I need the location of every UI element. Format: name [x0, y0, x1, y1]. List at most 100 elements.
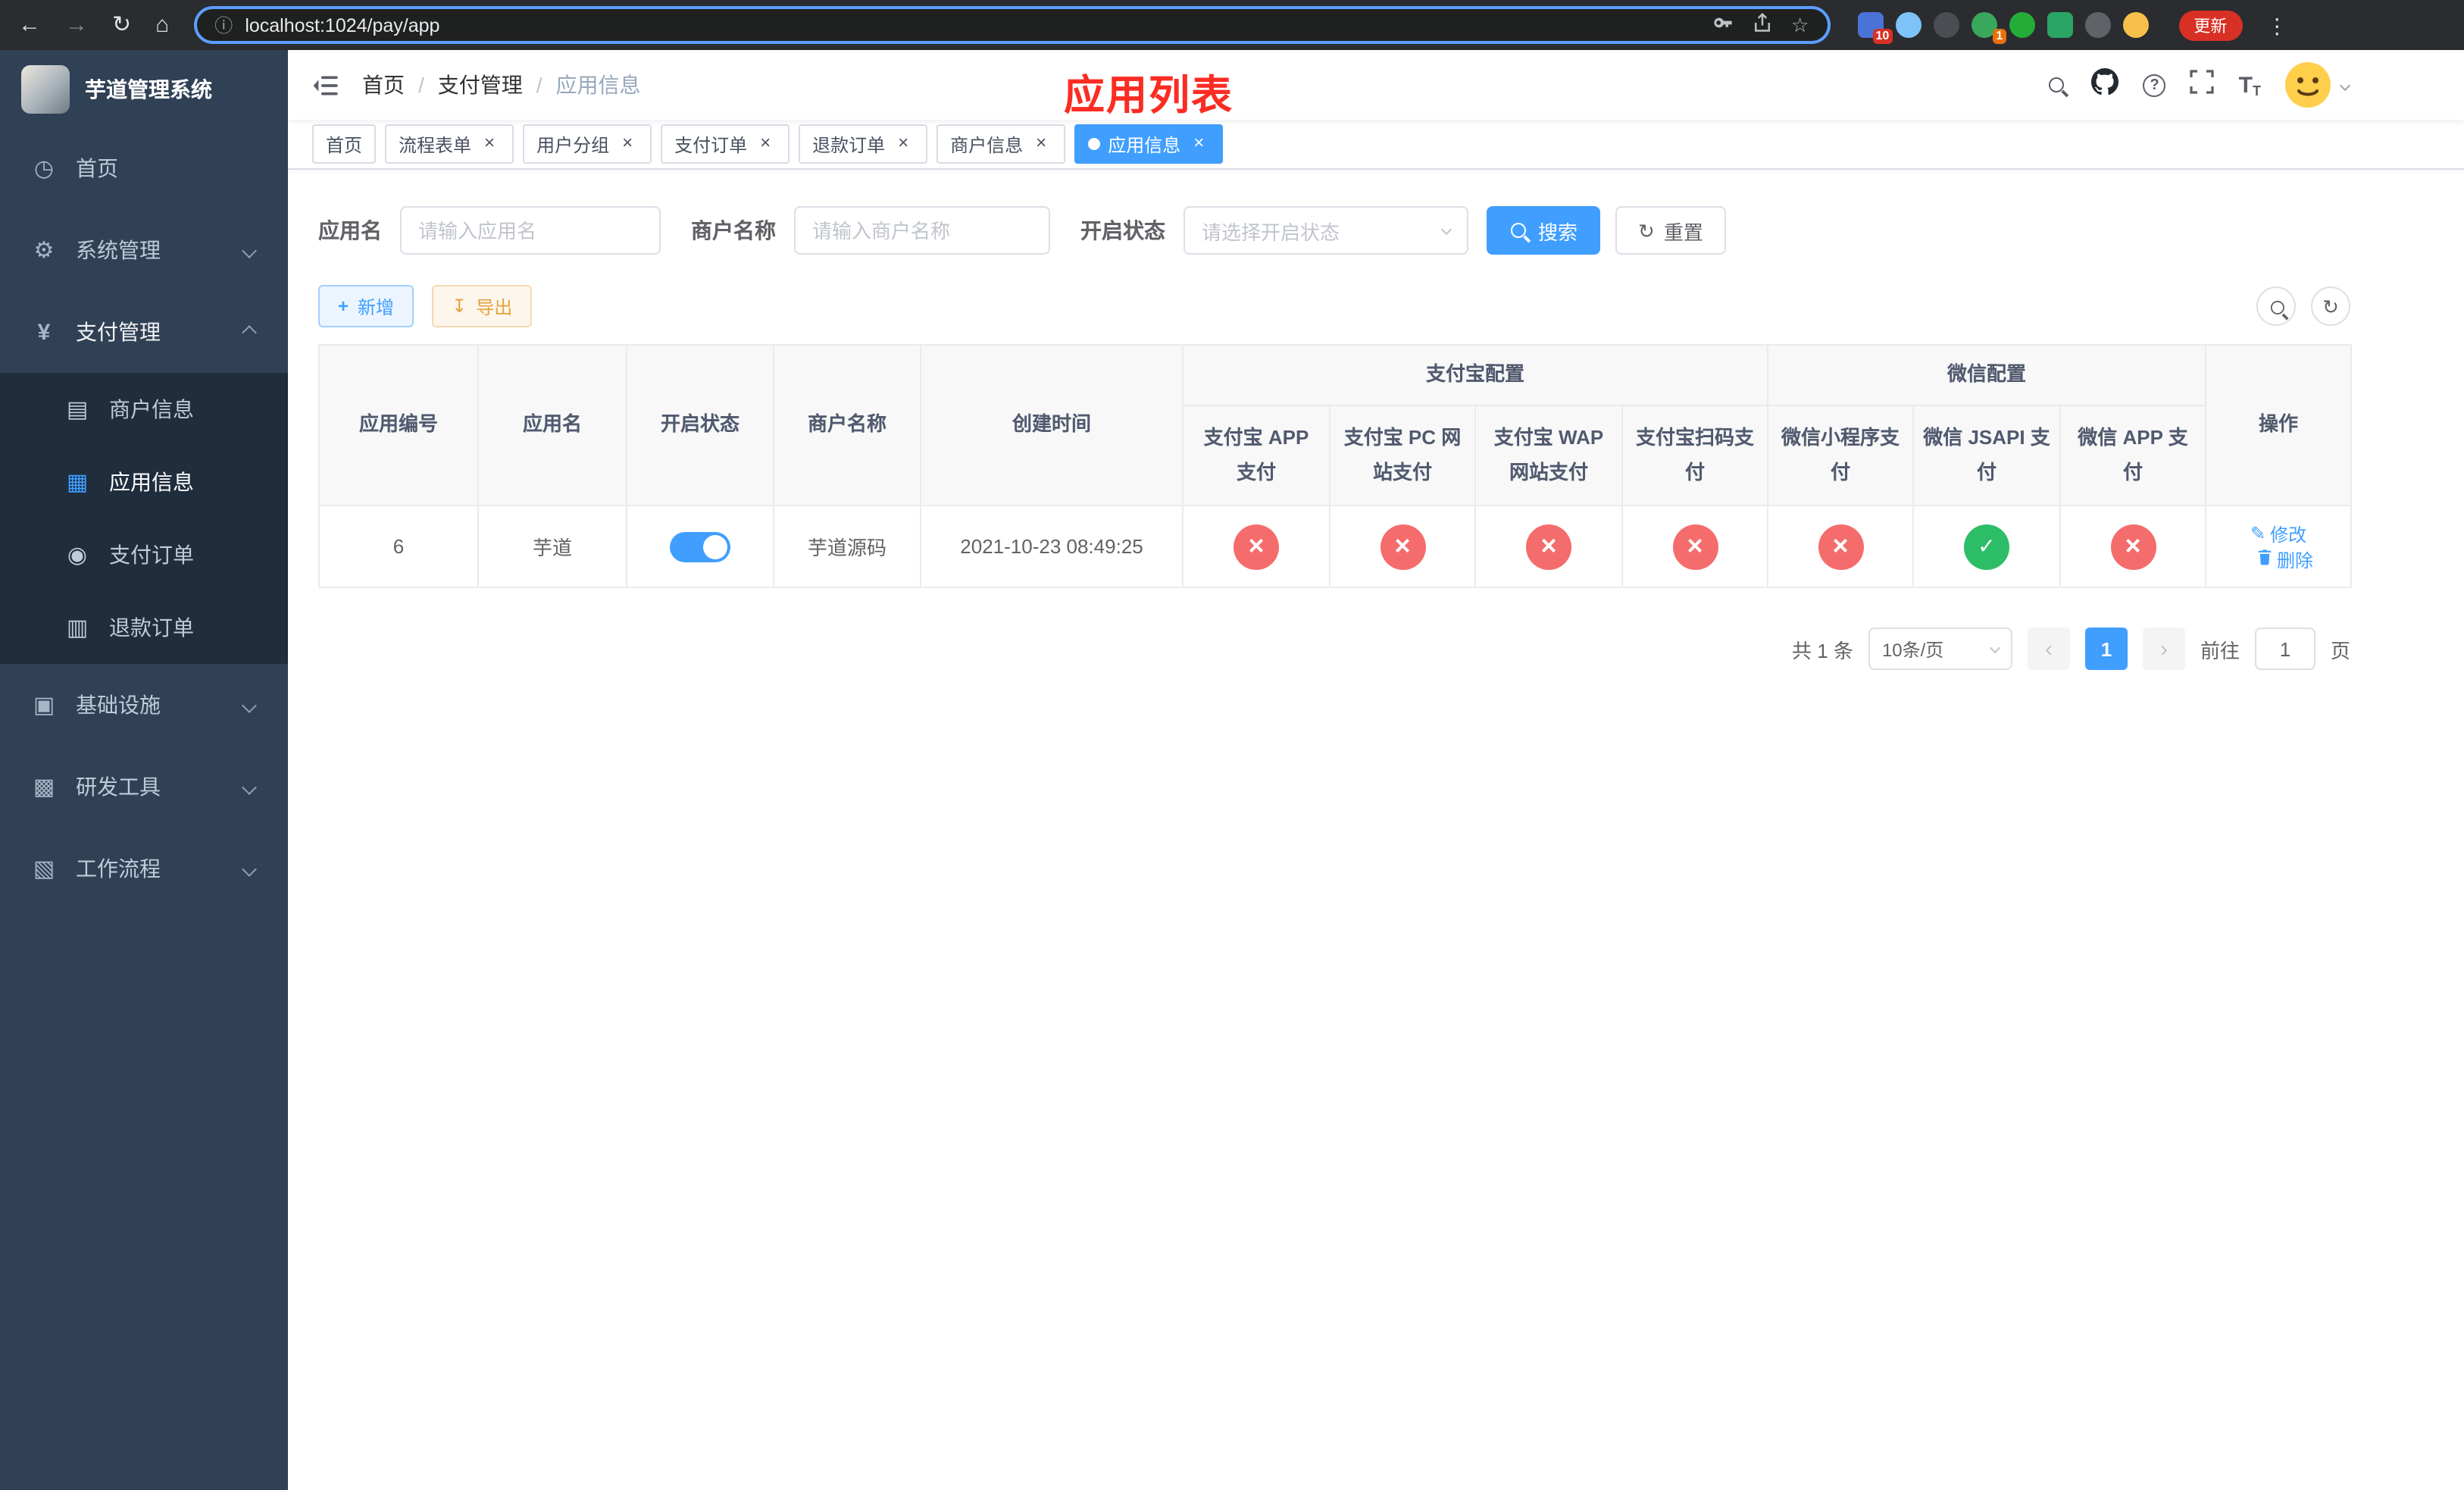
- extension-icon-6[interactable]: [2047, 12, 2073, 38]
- address-bar[interactable]: localhost:1024/pay/app: [193, 6, 1831, 44]
- sidebar-item-infrastructure[interactable]: 基础设施: [0, 664, 288, 746]
- table-toolbar: 新增 导出: [318, 285, 2350, 327]
- edit-icon: [2250, 524, 2265, 543]
- browser-menu-icon[interactable]: [2266, 14, 2287, 36]
- page-unit-label: 页: [2330, 639, 2350, 662]
- sidebar-item-dev-tools[interactable]: 研发工具: [0, 746, 288, 828]
- goto-page-input[interactable]: [2254, 628, 2315, 670]
- tab-process-form[interactable]: 流程表单: [385, 124, 514, 164]
- page-size-select[interactable]: 10条/页: [1868, 628, 2012, 670]
- sidebar-item-payment-mgmt[interactable]: 支付管理: [0, 291, 288, 373]
- logo[interactable]: 芋道管理系统: [0, 50, 288, 127]
- search-icon[interactable]: [2048, 75, 2068, 95]
- extension-icon-4[interactable]: 1: [1971, 12, 2006, 44]
- close-icon[interactable]: [755, 133, 776, 155]
- select-placeholder: 请选择开启状态: [1202, 221, 1340, 243]
- fullscreen-icon[interactable]: [2190, 69, 2215, 101]
- extension-icon-5[interactable]: [2009, 12, 2035, 38]
- help-icon[interactable]: [2143, 74, 2166, 96]
- github-icon[interactable]: [2091, 67, 2119, 102]
- app-name-input[interactable]: [400, 206, 661, 255]
- reset-button-label: 重置: [1663, 221, 1703, 243]
- sidebar-item-home[interactable]: 首页: [0, 127, 288, 209]
- main-area: 应用列表 首页 支付管理 应用信息: [288, 50, 2464, 1490]
- site-info-icon[interactable]: [214, 16, 233, 34]
- extension-icon-2[interactable]: [1895, 12, 1921, 38]
- delete-button-label: 删除: [2277, 549, 2314, 571]
- refresh-table-button[interactable]: [2311, 286, 2350, 326]
- sidebar-item-system-mgmt[interactable]: 系统管理: [0, 209, 288, 291]
- browser-back-icon[interactable]: [18, 14, 41, 36]
- close-icon[interactable]: [893, 133, 914, 155]
- avatar-image: [2285, 62, 2331, 108]
- tab-app-info[interactable]: 应用信息: [1074, 124, 1224, 164]
- table-header: 应用编号 应用名 开启状态 商户名称 创建时间 支付宝配置 微信配置 操作 支付…: [318, 344, 2353, 506]
- url-text[interactable]: localhost:1024/pay/app: [245, 14, 1700, 36]
- delete-button[interactable]: 删除: [2256, 546, 2313, 572]
- sidebar-item-app-info[interactable]: 应用信息: [0, 446, 288, 518]
- tab-user-group[interactable]: 用户分组: [523, 124, 652, 164]
- sidebar-item-refund-order[interactable]: 退款订单: [0, 591, 288, 664]
- cell-wechat-mini: [1767, 505, 1915, 588]
- browser-home-icon[interactable]: [155, 14, 169, 36]
- search-icon: [2269, 299, 2284, 314]
- toggle-search-button[interactable]: [2256, 286, 2296, 326]
- tab-home[interactable]: 首页: [312, 124, 377, 164]
- pagination: 共 1 条 10条/页 1 前往 页: [318, 628, 2350, 670]
- col-header-actions: 操作: [2205, 344, 2353, 506]
- tab-payment-order[interactable]: 支付订单: [661, 124, 790, 164]
- add-button[interactable]: 新增: [318, 285, 414, 327]
- close-icon[interactable]: [479, 133, 500, 155]
- export-button[interactable]: 导出: [432, 285, 533, 327]
- cell-app-id: 6: [318, 505, 479, 588]
- breadcrumb-item-payment-mgmt[interactable]: 支付管理: [438, 70, 523, 100]
- screen: localhost:1024/pay/app 10 1 更新 芋道管理系统: [0, 0, 2464, 1490]
- next-page-button[interactable]: [2142, 628, 2185, 670]
- sidebar-item-payment-order[interactable]: 支付订单: [0, 518, 288, 591]
- prev-page-button[interactable]: [2027, 628, 2070, 670]
- sidebar-toggle-icon[interactable]: [312, 74, 338, 96]
- reset-button[interactable]: 重置: [1615, 206, 1726, 255]
- close-icon[interactable]: [1030, 133, 1052, 155]
- extension-icon-1[interactable]: 10: [1857, 12, 1893, 44]
- status-toggle[interactable]: [670, 531, 730, 562]
- col-header-alipay-app: 支付宝 APP 支付: [1182, 405, 1330, 506]
- profile-avatar-icon[interactable]: [2122, 12, 2149, 38]
- chevron-down-icon: [2339, 79, 2351, 91]
- avatar[interactable]: [2285, 62, 2351, 108]
- share-icon[interactable]: [1752, 12, 1773, 38]
- close-icon[interactable]: [1188, 133, 1209, 155]
- sidebar-item-label: 基础设施: [76, 693, 161, 717]
- tab-refund-order[interactable]: 退款订单: [799, 124, 928, 164]
- sidebar-item-workflow[interactable]: 工作流程: [0, 828, 288, 909]
- browser-forward-icon[interactable]: [65, 14, 88, 36]
- sidebar-item-merchant-info[interactable]: 商户信息: [0, 373, 288, 446]
- extension-icon-7[interactable]: [2084, 12, 2111, 38]
- font-size-icon[interactable]: [2239, 72, 2261, 98]
- cell-actions: 修改 删除: [2205, 505, 2353, 588]
- chevron-down-icon: [1440, 223, 1452, 235]
- breadcrumb-item-home[interactable]: 首页: [362, 70, 405, 100]
- extension-icon-3[interactable]: [1933, 12, 1959, 38]
- edit-button[interactable]: 修改: [2250, 521, 2306, 546]
- browser-toolbar: localhost:1024/pay/app 10 1 更新: [0, 0, 2464, 50]
- sidebar-item-label: 研发工具: [76, 775, 161, 799]
- search-button[interactable]: 搜索: [1487, 206, 1601, 255]
- chrome-update-button[interactable]: 更新: [2178, 10, 2243, 40]
- total-count: 共 1 条: [1792, 639, 1853, 662]
- col-group-alipay: 支付宝配置: [1181, 344, 1769, 406]
- browser-reload-icon[interactable]: [112, 14, 131, 36]
- refresh-icon: [1638, 221, 1655, 240]
- sidebar-item-label: 支付订单: [109, 543, 194, 567]
- logo-image: [21, 64, 70, 113]
- chevron-down-icon: [242, 861, 257, 876]
- close-icon[interactable]: [617, 133, 638, 155]
- page-number-button[interactable]: 1: [2084, 628, 2128, 670]
- merchant-name-input[interactable]: [794, 206, 1050, 255]
- bookmark-star-icon[interactable]: [1791, 15, 1809, 35]
- cell-alipay-wap: [1474, 505, 1623, 588]
- password-key-icon[interactable]: [1712, 12, 1734, 38]
- tab-merchant-info[interactable]: 商户信息: [937, 124, 1066, 164]
- status-select[interactable]: 请选择开启状态: [1184, 206, 1468, 255]
- col-header-created: 创建时间: [920, 344, 1184, 506]
